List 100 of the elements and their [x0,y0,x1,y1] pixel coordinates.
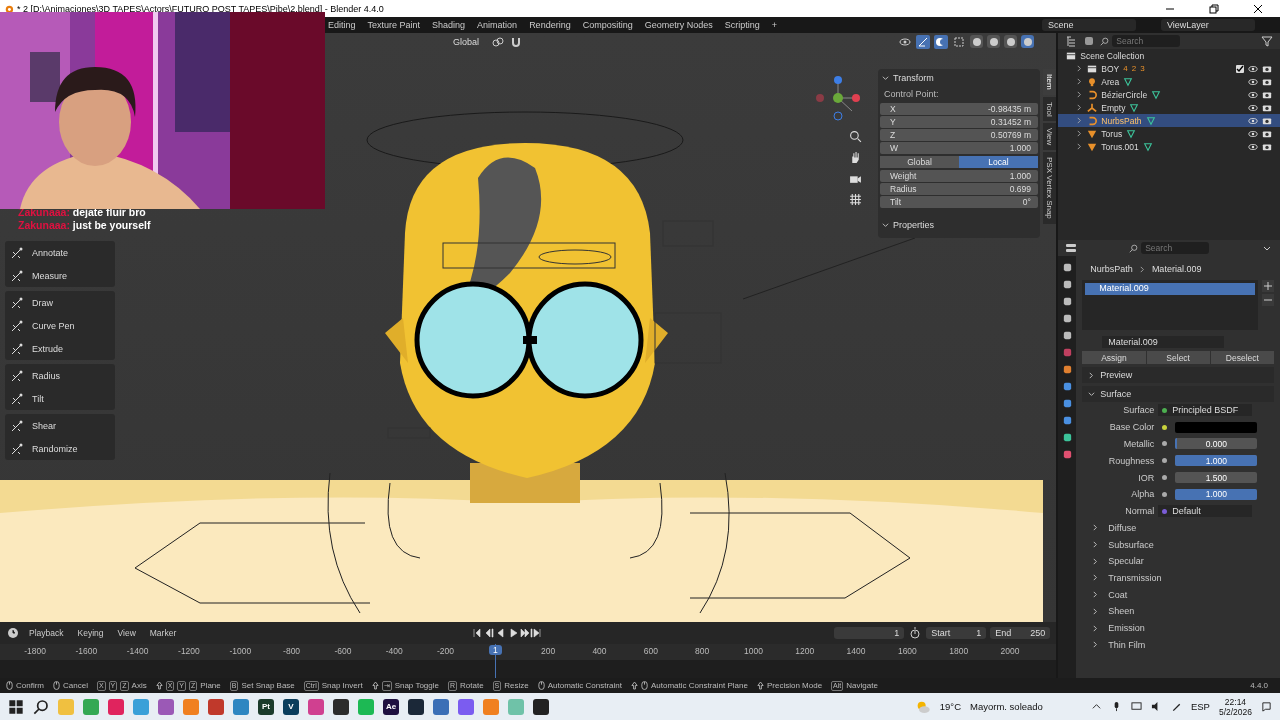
gizmo-icon[interactable] [916,34,931,49]
editor-type-icon[interactable] [1064,241,1079,255]
properties-tab-icon[interactable] [1061,398,1073,409]
properties-tab-icon[interactable] [1061,330,1073,341]
subpanel-header[interactable]: Sheen [1082,603,1274,620]
outliner-row[interactable]: Area [1058,75,1280,88]
app-icon[interactable]: V [283,698,299,715]
checkbox[interactable] [1236,64,1244,73]
remove-icon[interactable] [1262,294,1274,306]
outliner-row[interactable]: BézierCircle [1058,88,1280,101]
number-field[interactable]: Weight 1.000 [880,170,1038,182]
properties-tab-icon[interactable] [1061,313,1073,324]
panel-header[interactable]: Properties [880,216,1038,234]
breadcrumb-item[interactable]: Material.009 [1151,264,1202,274]
search-field[interactable]: Search [1112,35,1181,47]
panel-header[interactable]: Surface [1082,386,1274,402]
properties-tab-icon[interactable] [1061,381,1073,392]
app-icon[interactable] [333,698,349,715]
workspace-tab[interactable]: Animation [471,20,524,30]
outliner-row[interactable]: Torus.001 [1058,140,1280,153]
panel-header[interactable]: Preview [1082,367,1274,383]
properties-tab-icon[interactable] [1061,279,1073,290]
slot-button[interactable]: Select [1146,351,1210,364]
shading-mode-button[interactable] [1004,35,1018,48]
shading-mode-button[interactable] [1021,35,1035,48]
subpanel-header[interactable]: Specular [1082,552,1274,570]
material-name-field[interactable]: Material.009 [1102,336,1225,348]
search-field[interactable]: Search [1141,242,1210,254]
shader-field[interactable]: Principled BSDF [1158,404,1253,417]
subpanel-header[interactable]: Transmission [1082,569,1274,587]
link-icon[interactable] [491,34,505,49]
outliner-row[interactable]: Torus [1058,127,1280,140]
workspace-tab[interactable]: Editing [322,20,362,30]
properties-tab-icon[interactable] [1061,262,1073,273]
slot-button[interactable]: Deselect [1210,351,1274,364]
app-icon[interactable] [533,698,549,715]
number-field[interactable]: X -0.98435 m [880,103,1038,115]
number-field[interactable]: Tilt 0° [880,196,1038,208]
view-layer-selector[interactable]: ViewLayer [1161,19,1255,31]
clock-icon[interactable] [6,626,20,640]
workspace-tab[interactable]: Shading [426,20,472,30]
number-field[interactable]: W 1.000 [880,142,1038,154]
outliner-item[interactable]: Scene Collection [1080,50,1145,61]
subpanel-header[interactable]: Diffuse [1082,519,1274,537]
properties-tab-icon[interactable] [1061,449,1073,460]
overlay-icon[interactable] [934,34,949,49]
notification-icon[interactable] [1261,701,1272,712]
workspace-tab[interactable]: Compositing [576,20,639,30]
eye-icon[interactable] [1248,63,1258,74]
timeline-menu[interactable]: Playback [24,628,69,638]
subpanel-header[interactable]: Coat [1082,586,1274,603]
stopwatch-icon[interactable] [908,626,923,640]
material-slot[interactable]: Material.009 [1085,283,1255,295]
tool-button[interactable]: Extrude [5,337,115,360]
tool-button[interactable]: Curve Pen [5,314,115,337]
playhead[interactable]: 1 [489,645,502,655]
start-frame-field[interactable]: Start 1 [926,627,987,639]
breadcrumb-item[interactable]: NurbsPath [1090,264,1133,274]
eye-icon[interactable] [1248,76,1258,87]
grid-icon[interactable] [849,193,862,206]
eye-icon[interactable] [1248,115,1258,126]
hand-icon[interactable] [849,151,862,164]
subpanel-header[interactable]: Subsurface [1082,536,1274,553]
workspace-tab[interactable]: Scripting [718,20,766,30]
workspace-tab[interactable]: Texture Paint [361,20,427,30]
language-indicator[interactable]: ESP [1190,701,1210,712]
outliner-row[interactable]: BOY 4 2 3 [1058,62,1280,75]
tool-button[interactable]: Draw [5,291,115,314]
number-field[interactable]: Z 0.50769 m [880,129,1038,141]
tool-button[interactable]: Tilt [5,387,115,410]
subpanel-header[interactable]: Thin Film [1082,636,1274,654]
tool-button[interactable]: Randomize [5,437,115,460]
restore-icon[interactable] [1209,3,1219,14]
value-slider[interactable]: 0.000 [1175,438,1258,450]
color-swatch[interactable] [1175,421,1258,433]
app-icon[interactable] [408,698,424,715]
tool-button[interactable]: Annotate [5,241,115,264]
current-frame-field[interactable]: 1 [834,627,905,639]
properties-tab-icon[interactable] [1061,415,1073,426]
app-icon[interactable]: Pt [258,698,274,715]
sidebar-tab[interactable]: PSX Vertex Snap [1043,152,1056,225]
chevron-up-icon[interactable] [1090,701,1102,712]
eye-icon[interactable] [1248,128,1258,139]
workspace-tab[interactable]: Geometry Nodes [638,20,719,30]
outliner-row[interactable]: NurbsPath [1058,114,1280,127]
number-field[interactable]: Y 0.31452 m [880,116,1038,128]
outliner-row[interactable]: Empty [1058,101,1280,114]
search-icon[interactable] [33,698,49,715]
add-icon[interactable] [1262,280,1274,292]
number-field[interactable]: Radius 0.699 [880,183,1038,195]
timeline-menu[interactable]: View [112,628,141,638]
timeline-menu[interactable]: Keying [72,628,109,638]
properties-tab-icon[interactable] [1061,296,1073,307]
orientation-dropdown[interactable]: Global [449,36,487,47]
tool-button[interactable]: Measure [5,264,115,287]
zoom-icon[interactable] [849,130,862,143]
panel-header[interactable]: Transform [880,69,1038,87]
app-icon[interactable]: Ae [383,698,399,715]
space-toggle[interactable]: Local [959,156,1038,168]
pen-icon[interactable] [1170,701,1182,712]
